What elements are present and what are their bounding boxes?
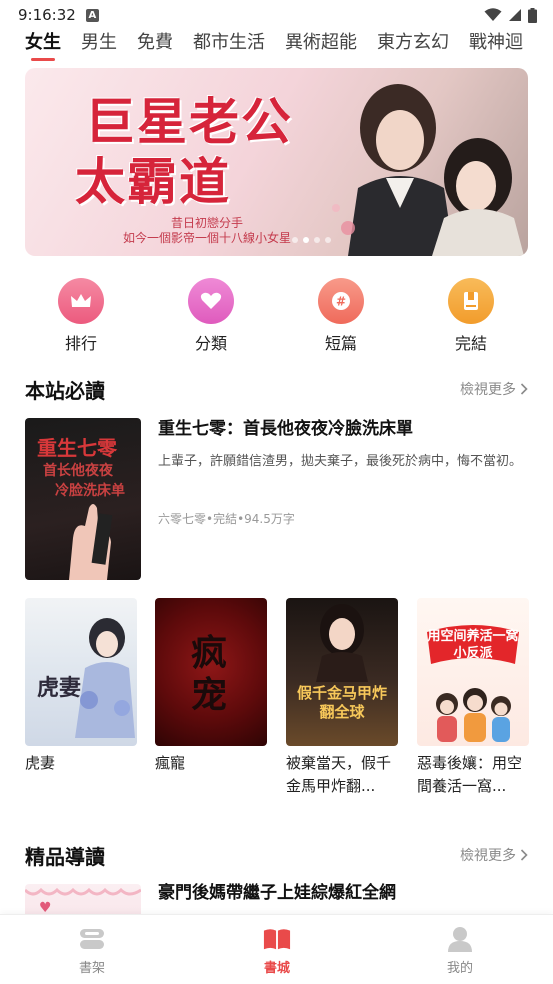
book-cover: 重生七零 首长他夜夜 冷脸洗床单 [25, 418, 141, 580]
section-header-must-read: 本站必讀 檢視更多 [25, 374, 528, 404]
book-title: 重生七零：首長他夜夜冷臉洗床單 [158, 419, 413, 439]
banner-subtitle-line1: 昔日初戀分手 [170, 216, 243, 230]
profile-icon [446, 925, 474, 953]
chevron-right-icon [520, 383, 528, 395]
nav-bookshelf[interactable]: 書架 [52, 925, 132, 976]
book-title: 瘋寵 [155, 754, 186, 772]
cover-title: 疯宠 [190, 632, 227, 716]
banner-carousel[interactable]: 巨星老公 太霸道 昔日初戀分手 如今一個影帝一個十八線小女星 [25, 68, 528, 256]
book-icon [448, 278, 494, 324]
book-title: 豪門後媽帶繼子上娃綜爆紅全網 [158, 883, 396, 903]
grid-book-item[interactable]: 疯宠 瘋寵 [155, 598, 267, 775]
bottom-nav: 書架 書城 我的 [0, 914, 553, 984]
book-cover: 假千金马甲炸翻全球 [286, 598, 398, 746]
carousel-indicator [292, 237, 331, 243]
tab-free[interactable]: 免費 [137, 30, 173, 56]
cover-hand-illustration [69, 504, 113, 580]
book-cover: 疯宠 [155, 598, 267, 746]
banner-title-line2: 太霸道 [75, 152, 231, 211]
quick-entry-ranking[interactable]: 排行 [41, 278, 121, 354]
nav-profile[interactable]: 我的 [420, 925, 500, 976]
status-time: 9:16:32 [18, 6, 76, 24]
cover-kids-illustration [436, 688, 511, 742]
chevron-right-icon [520, 849, 528, 861]
cover-title: 重生七零 [37, 436, 117, 460]
tab-supernatural[interactable]: 異術超能 [285, 30, 357, 56]
bookshelf-icon [78, 925, 106, 953]
svg-text:#: # [336, 295, 346, 309]
a-badge-icon: A [85, 8, 99, 22]
nav-label: 書架 [78, 961, 105, 976]
banner-subtitle: 昔日初戀分手 如今一個影帝一個十八線小女星 [107, 216, 307, 246]
tab-eastern-fantasy[interactable]: 東方玄幻 [377, 30, 449, 56]
carousel-dot [325, 237, 331, 243]
cover-title: 冷脸洗床单 [55, 483, 125, 499]
banner-couple-illustration [332, 84, 524, 256]
tab-male[interactable]: 男生 [81, 30, 117, 56]
quick-entries: 排行 分類 # 短篇 完結 [0, 278, 553, 353]
status-bar: 9:16:32 A [0, 0, 553, 30]
book-title: 虎妻 [25, 754, 56, 772]
book-cover: 虎妻 [25, 598, 137, 746]
cover-title: 用空间养活一窝小反派 [427, 629, 519, 661]
quick-entry-label: 完結 [454, 334, 487, 353]
battery-icon [528, 7, 537, 23]
section-title: 精品導讀 [25, 844, 105, 869]
cover-title: 虎妻 [37, 675, 82, 701]
nav-label: 我的 [446, 961, 473, 976]
cover-figure-illustration [316, 604, 368, 682]
book-meta: 六零七零•完結•94.5万字 [158, 512, 295, 526]
banner-subtitle-line2: 如今一個影帝一個十八線小女星 [122, 231, 291, 245]
book-description: 上輩子，許願錯信渣男，拋夫棄子，最後死於病中，悔不當初。 [158, 454, 523, 469]
book-cover: 用空间养活一窝小反派 [417, 598, 529, 746]
carousel-dot [292, 237, 298, 243]
open-book-icon [263, 925, 291, 953]
svg-text:♥: ♥ [39, 900, 52, 914]
tab-female[interactable]: 女生 [25, 30, 61, 61]
carousel-dot [314, 237, 320, 243]
quick-entry-completed[interactable]: 完結 [431, 278, 511, 354]
grid-book-item[interactable]: 虎妻 虎妻 [25, 598, 137, 775]
carousel-dot-active [303, 237, 309, 243]
view-more-link[interactable]: 檢視更多 [460, 845, 528, 865]
section-header-guide: 精品導讀 檢視更多 [25, 840, 528, 870]
view-more-label: 檢視更多 [460, 848, 516, 864]
nav-bookstore[interactable]: 書城 [237, 925, 317, 976]
featured-book[interactable]: 重生七零 首长他夜夜 冷脸洗床单 重生七零：首長他夜夜冷臉洗床單 上輩子，許願錯… [25, 418, 528, 582]
status-icons [484, 7, 537, 23]
signal-icon [509, 9, 521, 21]
wifi-icon [484, 8, 502, 21]
view-more-link[interactable]: 檢視更多 [460, 379, 528, 399]
category-tabs: 女生 男生 免費 都市生活 異術超能 東方玄幻 戰神迴 [0, 30, 553, 64]
grid-book-item[interactable]: 用空间养活一窝小反派 惡毒後孃：用空間養活一窩... [417, 598, 529, 798]
tab-war-god[interactable]: 戰神迴 [469, 30, 523, 56]
view-more-label: 檢視更多 [460, 382, 516, 398]
quick-entry-label: 短篇 [324, 334, 357, 353]
grid-book-item[interactable]: 假千金马甲炸翻全球 被棄當天，假千金馬甲炸翻... [286, 598, 398, 798]
quick-entry-label: 分類 [194, 334, 227, 353]
cover-decoration: ♥ [25, 887, 141, 916]
section-title: 本站必讀 [25, 378, 105, 403]
book-grid: 虎妻 虎妻 疯宠 瘋寵 假千金马甲炸翻全球 被棄當天，假千金馬甲炸翻... 用空… [22, 598, 532, 808]
crown-icon [58, 278, 104, 324]
quick-entry-short[interactable]: # 短篇 [301, 278, 381, 354]
cover-title: 假千金马甲炸翻全球 [296, 684, 387, 721]
heart-icon [188, 278, 234, 324]
quick-entry-category[interactable]: 分類 [171, 278, 251, 354]
book-title: 惡毒後孃：用空間養活一窩... [417, 754, 523, 795]
hashtag-icon: # [318, 278, 364, 324]
book-title: 被棄當天，假千金馬甲炸翻... [286, 754, 392, 795]
quick-entry-label: 排行 [64, 334, 97, 353]
tab-urban-life[interactable]: 都市生活 [193, 30, 265, 56]
nav-label: 書城 [263, 961, 290, 976]
cover-title: 首长他夜夜 [43, 463, 113, 479]
